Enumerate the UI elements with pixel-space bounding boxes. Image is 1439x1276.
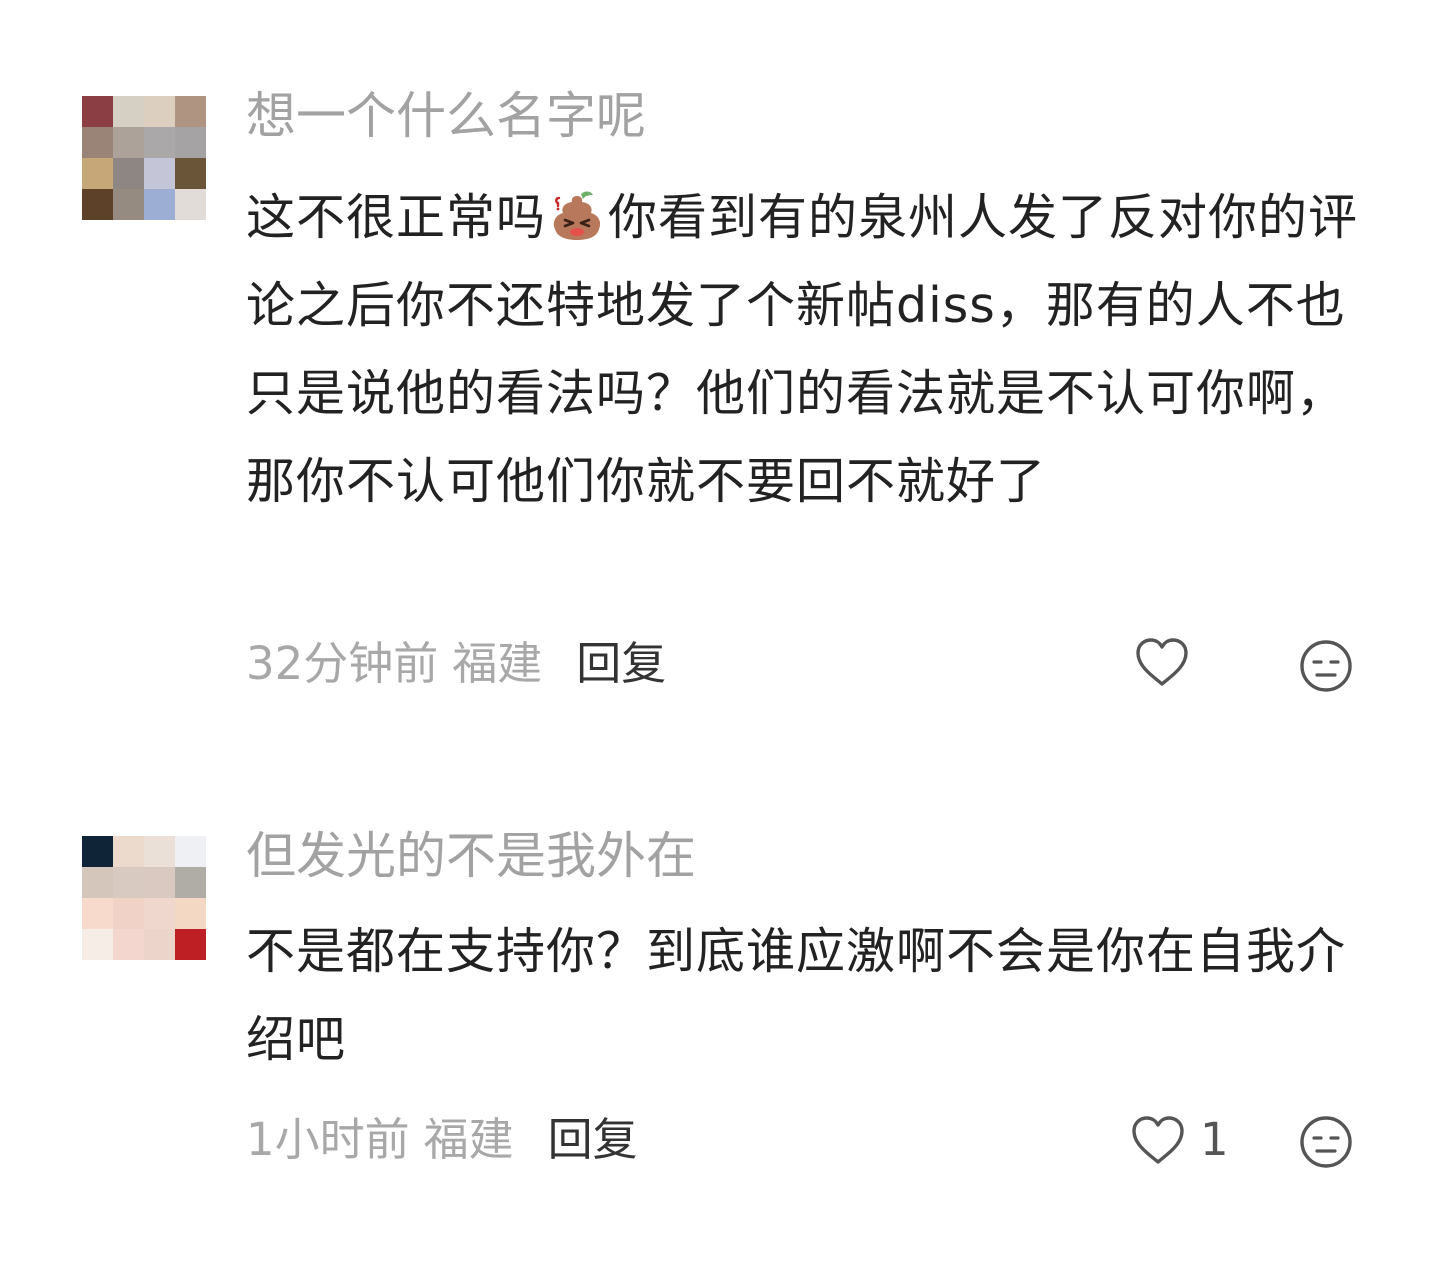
heart-outline-icon	[1132, 1116, 1184, 1164]
comment-location: 福建	[452, 637, 543, 690]
comment-meta: 32分钟前 福建 回复	[246, 634, 666, 694]
dislike-button[interactable]	[1298, 1114, 1354, 1174]
avatar-pixel	[175, 96, 206, 127]
like-count: 1	[1200, 1113, 1229, 1166]
avatar-pixel	[113, 898, 144, 929]
dislike-button[interactable]	[1298, 638, 1354, 698]
comment-username[interactable]: 想一个什么名字呢	[246, 86, 646, 146]
avatar-pixel	[113, 929, 144, 960]
comment-location: 福建	[423, 1113, 514, 1166]
avatar-pixel	[144, 189, 175, 220]
avatar-pixel	[82, 158, 113, 189]
sweating-poop-emoji-icon	[548, 186, 606, 244]
avatar-pixel	[144, 867, 175, 898]
avatar-pixel	[175, 189, 206, 220]
avatar-pixel	[82, 96, 113, 127]
like-button[interactable]	[1134, 636, 1204, 688]
avatar-pixel	[113, 127, 144, 158]
avatar-pixel	[144, 158, 175, 189]
avatar-pixel	[175, 867, 206, 898]
reply-button[interactable]: 回复	[548, 1113, 638, 1166]
reply-button[interactable]: 回复	[576, 637, 666, 690]
like-button[interactable]: 1	[1130, 1112, 1229, 1168]
comment-text-part: 不是都在支持你？到底谁应激啊不会是你在自我介绍吧	[246, 923, 1347, 1068]
avatar-pixel	[82, 836, 113, 867]
avatar-pixel	[175, 836, 206, 867]
avatar-pixel	[175, 898, 206, 929]
avatar-pixel	[82, 189, 113, 220]
avatar-pixel	[82, 127, 113, 158]
comment-username[interactable]: 但发光的不是我外在	[246, 826, 696, 886]
avatar-pixel	[144, 96, 175, 127]
comment-text-part: 这不很正常吗	[246, 189, 547, 246]
avatar[interactable]	[82, 836, 206, 960]
avatar-pixel	[144, 836, 175, 867]
avatar-pixel	[175, 929, 206, 960]
avatar-pixel	[113, 867, 144, 898]
avatar-pixel	[113, 189, 144, 220]
comment-time: 32分钟前	[246, 637, 439, 690]
comment-text: 不是都在支持你？到底谁应激啊不会是你在自我介绍吧	[246, 908, 1386, 1084]
avatar-pixel	[113, 96, 144, 127]
avatar-pixel	[144, 929, 175, 960]
comment-text: 这不很正常吗 你看到有的泉州人发了反对你的评论之后你不还特地发了个新帖diss，…	[246, 174, 1386, 526]
avatar-pixel	[175, 127, 206, 158]
avatar-pixel	[144, 898, 175, 929]
comment-time: 1小时前	[246, 1113, 410, 1166]
neutral-face-icon	[1300, 640, 1352, 692]
avatar-pixel	[144, 127, 175, 158]
comment-meta: 1小时前 福建 回复	[246, 1110, 638, 1170]
heart-outline-icon	[1136, 638, 1188, 686]
avatar-pixel	[82, 898, 113, 929]
avatar-pixel	[82, 867, 113, 898]
avatar-pixel	[82, 929, 113, 960]
avatar-pixel	[113, 158, 144, 189]
avatar-pixel	[113, 836, 144, 867]
neutral-face-icon	[1300, 1116, 1352, 1168]
avatar[interactable]	[82, 96, 206, 220]
avatar-pixel	[175, 158, 206, 189]
